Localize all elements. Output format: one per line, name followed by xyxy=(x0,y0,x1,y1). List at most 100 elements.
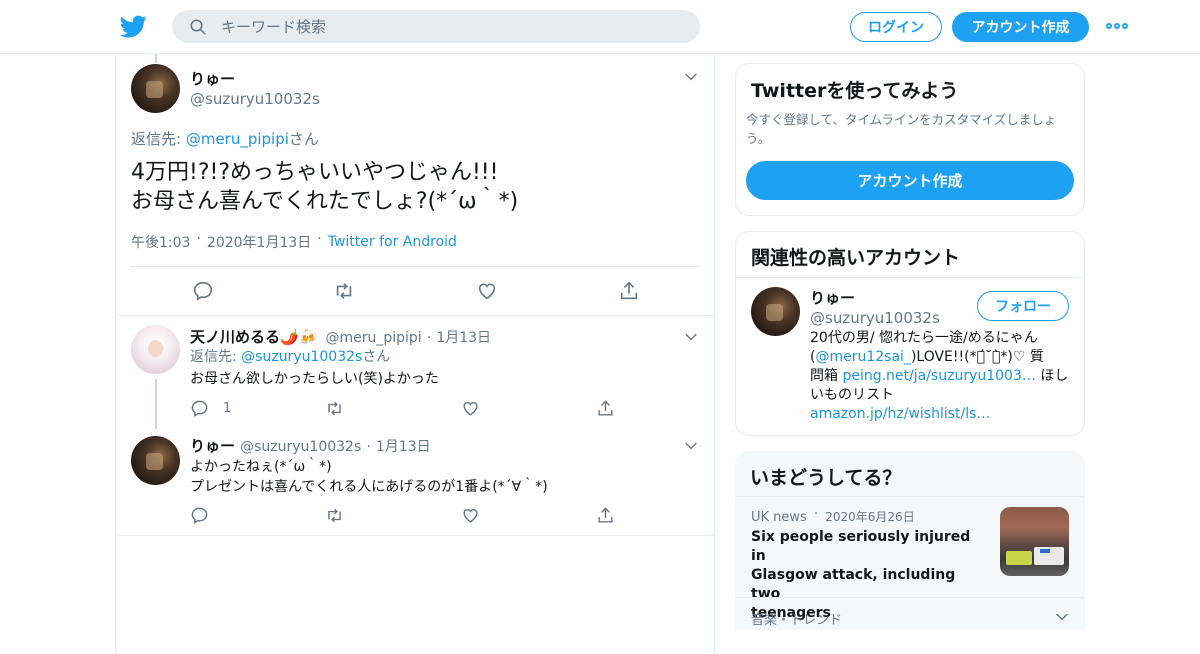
replying-label: 返信先: xyxy=(131,130,186,148)
tweet-text: 4万円!?!?めっちゃいいやつじゃん!!! お母さん喜んでくれたでしょ?(*´ω… xyxy=(131,158,518,216)
bio-text: ほし xyxy=(1035,368,1069,384)
search-icon xyxy=(190,19,206,34)
author-handle[interactable]: @meru_pipipi xyxy=(325,330,421,346)
tweet-date[interactable]: 1月13日 xyxy=(436,330,491,346)
bio-line: (@meru12sai_)LOVE!!(*ฅ́˘ฅ̀*)♡ 質 xyxy=(810,348,1075,367)
divider xyxy=(735,597,1085,598)
tweet-actions xyxy=(190,506,670,526)
divider xyxy=(736,277,1084,278)
replying-link[interactable]: @suzuryu10032s xyxy=(241,349,362,365)
reply-action[interactable]: 1 xyxy=(190,399,231,418)
replying-to: 返信先: @suzuryu10032sさん xyxy=(190,347,390,367)
separator: · xyxy=(366,439,371,455)
tweet-date[interactable]: 1月13日 xyxy=(376,439,431,455)
tweet-meta: 午後1:03 · 2020年1月13日 · Twitter for Androi… xyxy=(131,231,457,252)
avatar[interactable] xyxy=(131,325,180,374)
author-name: りゅー xyxy=(190,70,236,88)
news-meta: UK news · 2020年6月26日 xyxy=(751,507,915,525)
tweet-author[interactable]: りゅー @suzuryu10032s xyxy=(190,68,320,108)
retweet-icon[interactable] xyxy=(324,506,345,525)
share-icon[interactable] xyxy=(596,399,615,418)
like-icon[interactable] xyxy=(461,399,480,418)
separator: · xyxy=(813,507,819,522)
avatar[interactable] xyxy=(751,287,800,336)
avatar[interactable] xyxy=(131,64,180,113)
chevron-down-icon[interactable] xyxy=(1055,610,1069,624)
signup-button[interactable]: アカウント作成 xyxy=(746,161,1074,200)
tweet-text: よかったねぇ(*´ω｀*) プレゼントは喜んでくれる人にあげるのが1番よ(*´∀… xyxy=(190,457,548,497)
more-options-icon[interactable] xyxy=(1106,19,1130,33)
account-info[interactable]: りゅー @suzuryu10032s xyxy=(810,287,940,327)
news-date: 2020年6月26日 xyxy=(825,510,915,524)
tweet-header: りゅー @suzuryu10032s · 1月13日 xyxy=(190,435,431,456)
tweet-actions xyxy=(116,280,714,302)
like-icon[interactable] xyxy=(461,506,480,525)
bio-link[interactable]: amazon.jp/hz/wishlist/ls… xyxy=(810,405,1075,424)
signup-button[interactable]: アカウント作成 xyxy=(952,12,1089,42)
replying-label: 返信先: xyxy=(190,349,242,365)
tweet-source[interactable]: Twitter for Android xyxy=(328,234,457,250)
retweet-icon[interactable] xyxy=(332,280,356,302)
retweet-icon[interactable] xyxy=(324,399,345,418)
twitter-logo-icon[interactable] xyxy=(120,13,147,40)
tweet-text: お母さん欲しかったらしい(笑)よかった xyxy=(190,371,439,387)
bio-link[interactable]: peing.net/ja/suzuryu1003… xyxy=(842,368,1035,384)
reply-icon[interactable] xyxy=(190,506,209,525)
tweet-text-line: 4万円!?!?めっちゃいいやつじゃん!!! xyxy=(131,160,499,185)
share-icon[interactable] xyxy=(596,506,615,525)
trends-card: いまどうしてる？ UK news · 2020年6月26日 Six people… xyxy=(735,451,1085,630)
author-name[interactable]: りゅー xyxy=(190,437,235,455)
news-item[interactable]: UK news · 2020年6月26日 Six people seriousl… xyxy=(735,497,1085,621)
account-name: りゅー xyxy=(810,289,856,307)
reply-tweet[interactable]: 天ノ川めるる🌶️🍻 @meru_pipipi · 1月13日 返信先: @suz… xyxy=(116,317,714,429)
chevron-down-icon[interactable] xyxy=(684,70,698,84)
like-icon[interactable] xyxy=(476,280,498,302)
bio-link[interactable]: @meru12sai_ xyxy=(815,349,910,365)
separator: · xyxy=(196,231,201,247)
account-handle: @suzuryu10032s xyxy=(810,309,940,327)
tweet-text-line: プレゼントは喜んでくれる人にあげるのが1番よ(*´∀｀*) xyxy=(190,479,548,495)
replying-suffix: さん xyxy=(362,349,391,365)
thread-line xyxy=(155,379,157,429)
tweet-actions: 1 xyxy=(190,399,670,419)
separator: · xyxy=(317,231,322,247)
reply-count: 1 xyxy=(223,401,232,416)
tweet-time[interactable]: 午後1:03 xyxy=(131,232,190,252)
reply-icon[interactable] xyxy=(192,280,214,302)
description-line: 今すぐ登録して、タイムラインをカスタマイズしましょ xyxy=(746,112,1057,127)
bio-line: 20代の男/ 惚れたら一途/めるにゃん xyxy=(810,330,1038,346)
tweet-date[interactable]: 2020年1月13日 xyxy=(207,232,311,252)
bio-text: )LOVE!!(*ฅ́˘ฅ̀*)♡ 質 xyxy=(910,349,1044,365)
news-source: UK news xyxy=(751,510,807,525)
card-title: 関連性の高いアカウント xyxy=(751,247,961,269)
related-accounts-card: 関連性の高いアカウント りゅー @suzuryu10032s フォロー 20代の… xyxy=(735,231,1085,436)
chevron-down-icon[interactable] xyxy=(684,330,698,344)
follow-button[interactable]: フォロー xyxy=(977,291,1069,321)
avatar[interactable] xyxy=(131,436,180,485)
account-bio: 20代の男/ 惚れたら一途/めるにゃん (@meru12sai_)LOVE!!(… xyxy=(810,329,1075,424)
focused-tweet: りゅー @suzuryu10032s 返信先: @meru_pipipiさん 4… xyxy=(116,54,714,316)
replying-link[interactable]: @meru_pipipi xyxy=(186,130,289,148)
tweet-text-line: よかったねぇ(*´ω｀*) xyxy=(190,459,332,475)
author-handle[interactable]: @suzuryu10032s xyxy=(240,439,361,455)
bio-text: 問箱 xyxy=(810,368,843,384)
chevron-down-icon[interactable] xyxy=(684,439,698,453)
headline-line: Glasgow attack, including two xyxy=(751,567,956,602)
headline-line: Six people seriously injured in xyxy=(751,529,971,564)
replying-suffix: さん xyxy=(288,130,319,148)
main-column: りゅー @suzuryu10032s 返信先: @meru_pipipiさん 4… xyxy=(115,54,715,654)
login-button[interactable]: ログイン xyxy=(850,12,942,42)
share-icon[interactable] xyxy=(618,280,640,302)
bio-line: いものリスト xyxy=(810,387,894,403)
card-description: 今すぐ登録して、タイムラインをカスタマイズしましょ う。 xyxy=(746,110,1056,148)
author-name[interactable]: 天ノ川めるる🌶️🍻 xyxy=(190,328,317,346)
reply-icon xyxy=(191,400,208,417)
reply-tweet[interactable]: りゅー @suzuryu10032s · 1月13日 よかったねぇ(*´ω｀*)… xyxy=(116,426,714,536)
search-input[interactable] xyxy=(221,17,661,36)
replying-to: 返信先: @meru_pipipiさん xyxy=(131,128,319,149)
trend-item[interactable]: 音楽・トレンド xyxy=(751,609,842,628)
search-box[interactable] xyxy=(172,10,700,43)
card-title: Twitterを使ってみよう xyxy=(751,80,959,102)
tweet-text-line: お母さん喜んでくれたでしょ?(*´ω｀*) xyxy=(131,189,519,214)
top-bar: ログイン アカウント作成 xyxy=(0,0,1200,54)
